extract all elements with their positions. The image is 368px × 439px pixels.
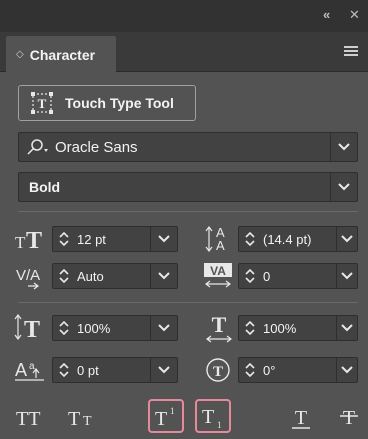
panel-titlebar: « ✕ (0, 0, 368, 32)
leading-value: (14.4 pt) (263, 231, 312, 247)
subscript-button[interactable]: T1 (195, 399, 231, 433)
svg-text:A: A (15, 360, 27, 380)
svg-text:a: a (29, 361, 35, 372)
vertical-scale-icon: T (14, 312, 50, 347)
tab-character-label: Character (29, 46, 96, 63)
chevron-down-icon[interactable] (330, 133, 357, 161)
divider (18, 302, 358, 303)
chevron-down-icon[interactable] (336, 358, 357, 382)
chevron-down-icon[interactable] (150, 227, 177, 251)
touch-type-label: Touch Type Tool (65, 95, 174, 111)
kerning-field[interactable]: Auto (52, 263, 178, 289)
stepper-icon[interactable] (53, 358, 75, 382)
reorder-arrows-icon: ◇ (16, 49, 24, 60)
character-rotation-icon: T (203, 354, 233, 391)
svg-text:T: T (343, 407, 355, 429)
divider (18, 211, 358, 212)
font-size-field[interactable]: 12 pt (52, 226, 178, 252)
font-style-value: Bold (29, 179, 61, 195)
touch-type-tool-button[interactable]: T Touch Type Tool (18, 85, 196, 121)
chevron-down-icon[interactable] (150, 316, 177, 340)
underline-button[interactable]: T (286, 400, 316, 434)
svg-text:T: T (68, 408, 80, 430)
leading-icon: AA (204, 222, 234, 259)
stepper-icon[interactable] (239, 358, 261, 382)
tracking-icon: VA (202, 260, 234, 297)
baseline-shift-value: 0 pt (77, 362, 99, 378)
font-size-value: 12 pt (77, 231, 106, 247)
stepper-icon[interactable] (239, 316, 261, 340)
stepper-icon[interactable] (53, 227, 75, 251)
all-caps-button[interactable]: TT (14, 400, 58, 434)
underline-icon: T (292, 407, 310, 429)
kerning-value: Auto (77, 268, 104, 284)
svg-text:T: T (15, 233, 26, 252)
stepper-icon[interactable] (239, 227, 261, 251)
vertical-scale-value: 100% (77, 320, 111, 336)
chevron-down-icon[interactable] (336, 227, 357, 251)
svg-text:T: T (202, 406, 214, 428)
svg-text:T: T (155, 408, 167, 430)
rotation-value: 0° (263, 362, 276, 378)
svg-text:TT: TT (16, 408, 40, 430)
svg-text:T: T (26, 228, 42, 254)
svg-text:T: T (295, 407, 307, 429)
chevron-down-icon[interactable] (330, 173, 357, 201)
svg-text:T: T (213, 364, 223, 380)
font-size-icon: TT (14, 224, 50, 259)
tracking-field[interactable]: 0 (238, 263, 358, 289)
collapse-icon[interactable]: « (323, 7, 330, 22)
chevron-down-icon[interactable] (150, 358, 177, 382)
leading-field[interactable]: (14.4 pt) (238, 226, 358, 252)
svg-text:T: T (83, 414, 92, 429)
horizontal-scale-field[interactable]: 100% (238, 315, 358, 341)
small-caps-icon: TT (68, 408, 92, 430)
horizontal-scale-value: 100% (263, 320, 297, 336)
kerning-icon: V/A (14, 262, 50, 297)
strikethrough-button[interactable]: T (334, 400, 364, 434)
svg-text:T: T (38, 96, 47, 111)
panel-menu-icon[interactable] (344, 46, 358, 56)
chevron-down-icon[interactable] (336, 316, 357, 340)
vertical-scale-field[interactable]: 100% (52, 315, 178, 341)
rotation-field[interactable]: 0° (238, 357, 358, 383)
small-caps-button[interactable]: TT (66, 400, 110, 434)
baseline-shift-field[interactable]: 0 pt (52, 357, 178, 383)
search-icon (27, 139, 48, 155)
svg-text:VA: VA (210, 264, 226, 278)
touch-type-icon: T (31, 92, 53, 114)
svg-text:A: A (216, 238, 225, 253)
svg-text:V/A: V/A (16, 267, 40, 284)
svg-text:1: 1 (170, 406, 175, 416)
all-caps-icon: TT (16, 408, 40, 430)
horizontal-scale-icon: T (204, 312, 234, 349)
superscript-icon: T1 (155, 406, 175, 430)
tab-character[interactable]: ◇ Character (6, 36, 116, 73)
chevron-down-icon[interactable] (150, 264, 177, 288)
svg-text:T: T (212, 312, 227, 337)
tab-row: ◇ Character (0, 32, 368, 73)
font-style-dropdown[interactable]: Bold (18, 172, 358, 202)
tracking-value: 0 (263, 268, 271, 284)
svg-text:1: 1 (217, 420, 222, 430)
stepper-icon[interactable] (53, 316, 75, 340)
chevron-down-icon[interactable] (336, 264, 357, 288)
strikethrough-icon: T (340, 407, 358, 429)
svg-text:T: T (24, 317, 40, 342)
stepper-icon[interactable] (53, 264, 75, 288)
subscript-icon: T1 (202, 406, 222, 430)
superscript-button[interactable]: T1 (148, 399, 184, 433)
baseline-shift-icon: Aa (14, 356, 50, 391)
stepper-icon[interactable] (239, 264, 261, 288)
font-family-value: Oracle Sans (55, 138, 138, 156)
font-family-dropdown[interactable]: Oracle Sans (18, 132, 358, 162)
close-icon[interactable]: ✕ (349, 7, 360, 23)
